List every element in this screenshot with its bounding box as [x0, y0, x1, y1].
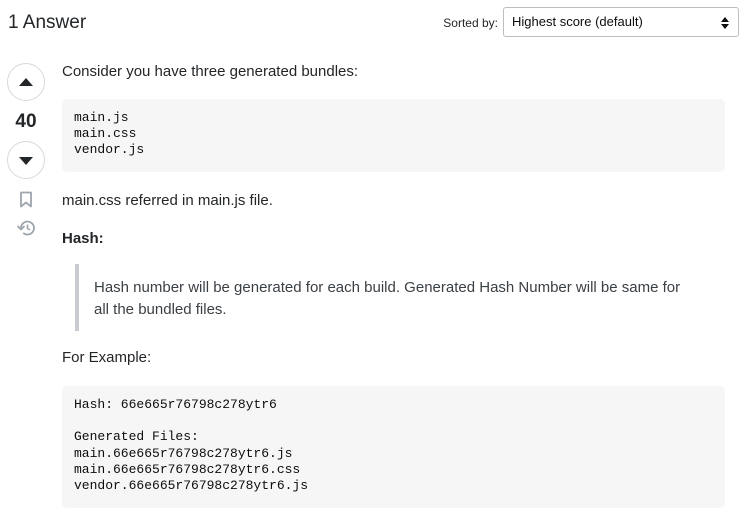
example-code-block: Hash: 66e665r76798c278ytr6 Generated Fil…	[62, 386, 725, 508]
example-label: For Example:	[62, 349, 152, 366]
select-caret-icon	[721, 17, 729, 29]
sort-label: Sorted by:	[443, 16, 498, 30]
caret-up-icon	[19, 78, 33, 86]
answers-header: 1 Answer Sorted by: Highest score (defau…	[0, 0, 750, 46]
sort-select-value: Highest score (default)	[512, 14, 643, 29]
hash-blockquote: Hash number will be generated for each b…	[75, 264, 705, 331]
intro-paragraph: Consider you have three generated bundle…	[62, 63, 359, 80]
upvote-button[interactable]	[7, 63, 45, 101]
bookmark-icon[interactable]	[19, 191, 33, 208]
vote-score: 40	[15, 111, 37, 132]
reference-paragraph: main.css referred in main.js file.	[62, 192, 273, 209]
answers-count: 1 Answer	[8, 12, 87, 33]
downvote-button[interactable]	[7, 141, 45, 179]
bundles-code-block: main.js main.css vendor.js	[62, 99, 725, 172]
sort-select[interactable]: Highest score (default)	[503, 7, 739, 37]
hash-quote-text: Hash number will be generated for each b…	[94, 279, 681, 318]
caret-down-icon	[19, 157, 33, 165]
hash-heading: Hash:	[62, 230, 104, 247]
history-icon[interactable]	[16, 219, 36, 237]
